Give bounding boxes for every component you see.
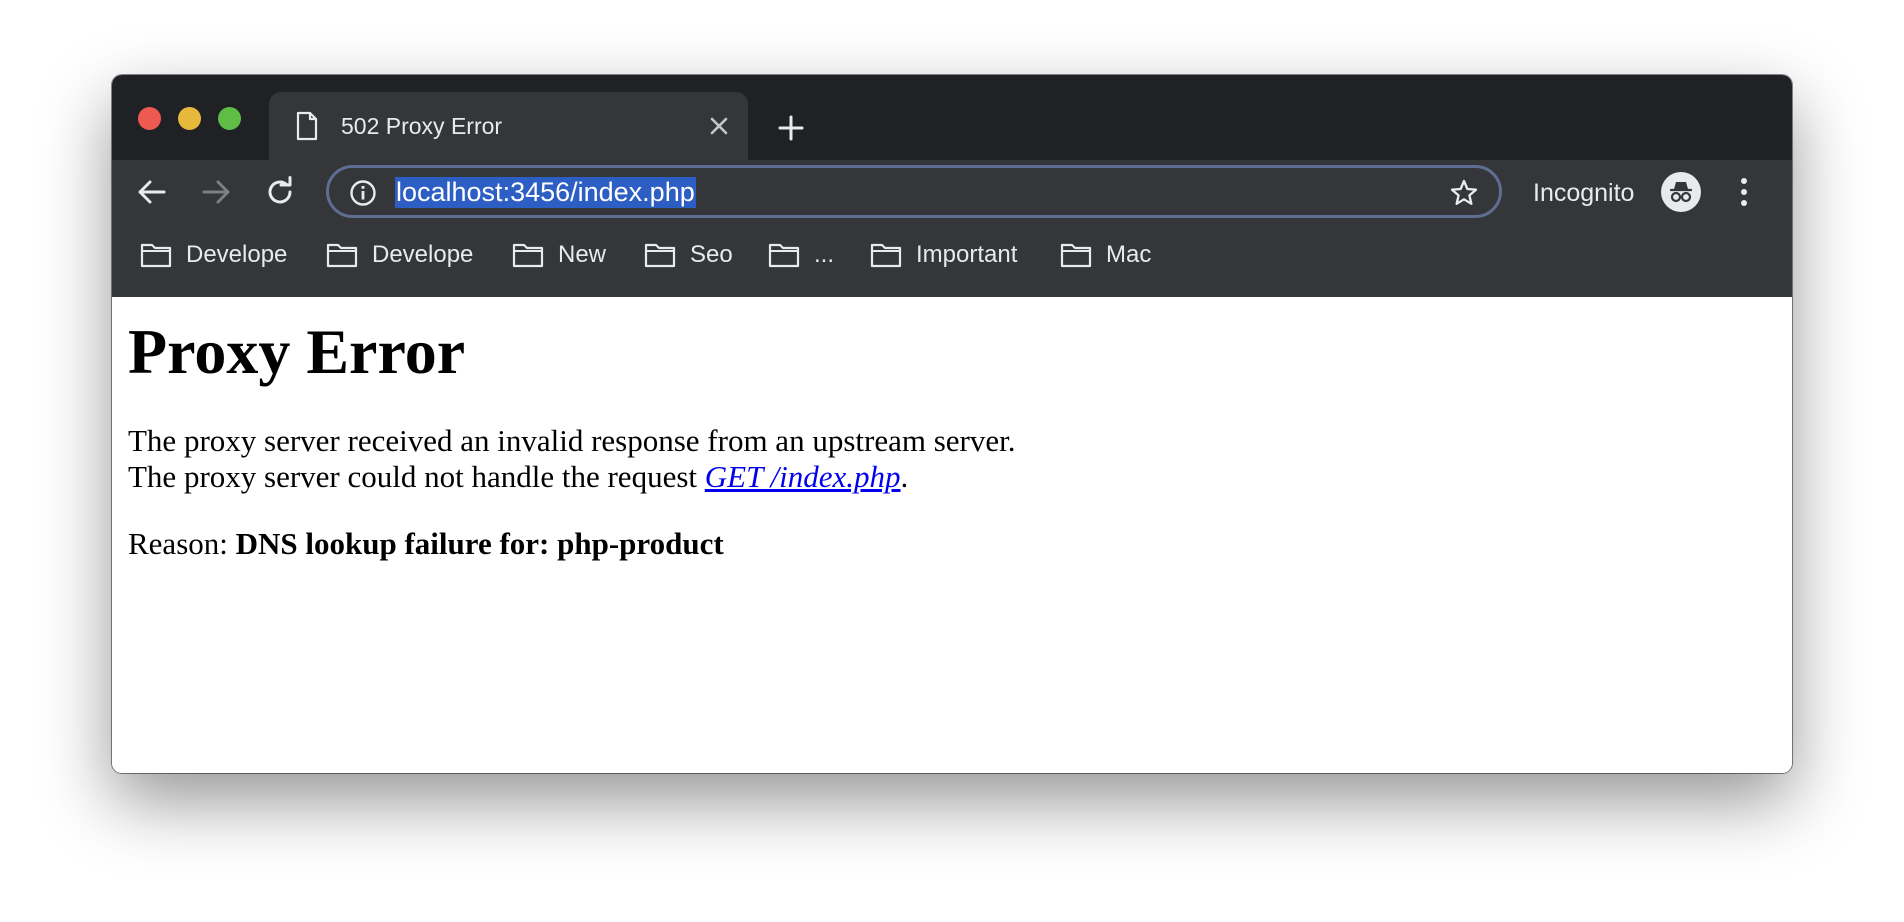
error-reason: Reason: DNS lookup failure for: php-prod…: [128, 526, 724, 562]
new-tab-icon[interactable]: [776, 113, 806, 143]
folder-icon: [644, 243, 676, 268]
folder-icon: [870, 243, 902, 268]
window-maximize-button[interactable]: [218, 107, 241, 130]
bookmark-star-icon[interactable]: [1449, 178, 1479, 208]
bookmark-folder[interactable]: ...: [768, 224, 834, 286]
page-title: Proxy Error: [128, 316, 466, 387]
error-line-1: The proxy server received an invalid res…: [128, 423, 1016, 458]
tab-active[interactable]: 502 Proxy Error: [269, 92, 748, 160]
bookmark-label: Develope: [186, 241, 288, 268]
toolbar: localhost:3456/index.php Incognito: [112, 160, 1792, 224]
error-line-2-prefix: The proxy server could not handle the re…: [128, 459, 705, 494]
tab-title: 502 Proxy Error: [341, 113, 503, 139]
folder-icon: [512, 243, 544, 268]
bookmark-label: Seo: [690, 241, 733, 268]
bookmark-label: New: [558, 241, 607, 268]
bookmark-folder[interactable]: Develope: [140, 224, 287, 286]
bookmark-folder[interactable]: New: [512, 224, 606, 286]
request-link[interactable]: GET /index.php: [705, 459, 901, 494]
folder-icon: [1060, 243, 1092, 268]
forward-icon[interactable]: [198, 174, 234, 210]
error-description: The proxy server received an invalid res…: [128, 423, 1015, 495]
window-close-button[interactable]: [138, 107, 161, 130]
reload-icon[interactable]: [262, 174, 298, 210]
tab-close-icon[interactable]: [706, 113, 732, 139]
folder-icon: [326, 243, 358, 268]
address-bar[interactable]: localhost:3456/index.php: [326, 165, 1502, 218]
incognito-icon[interactable]: [1661, 172, 1701, 212]
bookmark-label: Important: [916, 241, 1018, 268]
page-icon: [296, 111, 318, 141]
bookmark-folder[interactable]: Mac: [1060, 224, 1151, 286]
folder-icon: [768, 243, 800, 268]
error-line-2-suffix: .: [900, 459, 909, 494]
bookmark-folder[interactable]: Develope: [326, 224, 473, 286]
page-content: Proxy Error The proxy server received an…: [112, 297, 1792, 773]
incognito-label[interactable]: Incognito: [1533, 178, 1634, 208]
bookmark-label: ...: [814, 241, 835, 268]
url-text[interactable]: localhost:3456/index.php: [395, 177, 696, 208]
window-minimize-button[interactable]: [178, 107, 201, 130]
info-icon[interactable]: [349, 179, 377, 207]
more-menu-icon[interactable]: [1738, 176, 1750, 208]
bookmark-label: Develope: [372, 241, 474, 268]
browser-window: 502 Proxy Error localhost:3456/index.php…: [112, 75, 1792, 773]
bookmarks-bar: Develope Develope New Seo ... Important …: [112, 224, 1792, 297]
tab-strip: 502 Proxy Error: [112, 75, 1792, 160]
reason-label: Reason:: [128, 526, 236, 561]
bookmark-label: Mac: [1106, 241, 1152, 268]
back-icon[interactable]: [134, 174, 170, 210]
folder-icon: [140, 243, 172, 268]
bookmark-folder[interactable]: Important: [870, 224, 1017, 286]
bookmark-folder[interactable]: Seo: [644, 224, 733, 286]
reason-value: DNS lookup failure for: php-product: [235, 526, 724, 561]
